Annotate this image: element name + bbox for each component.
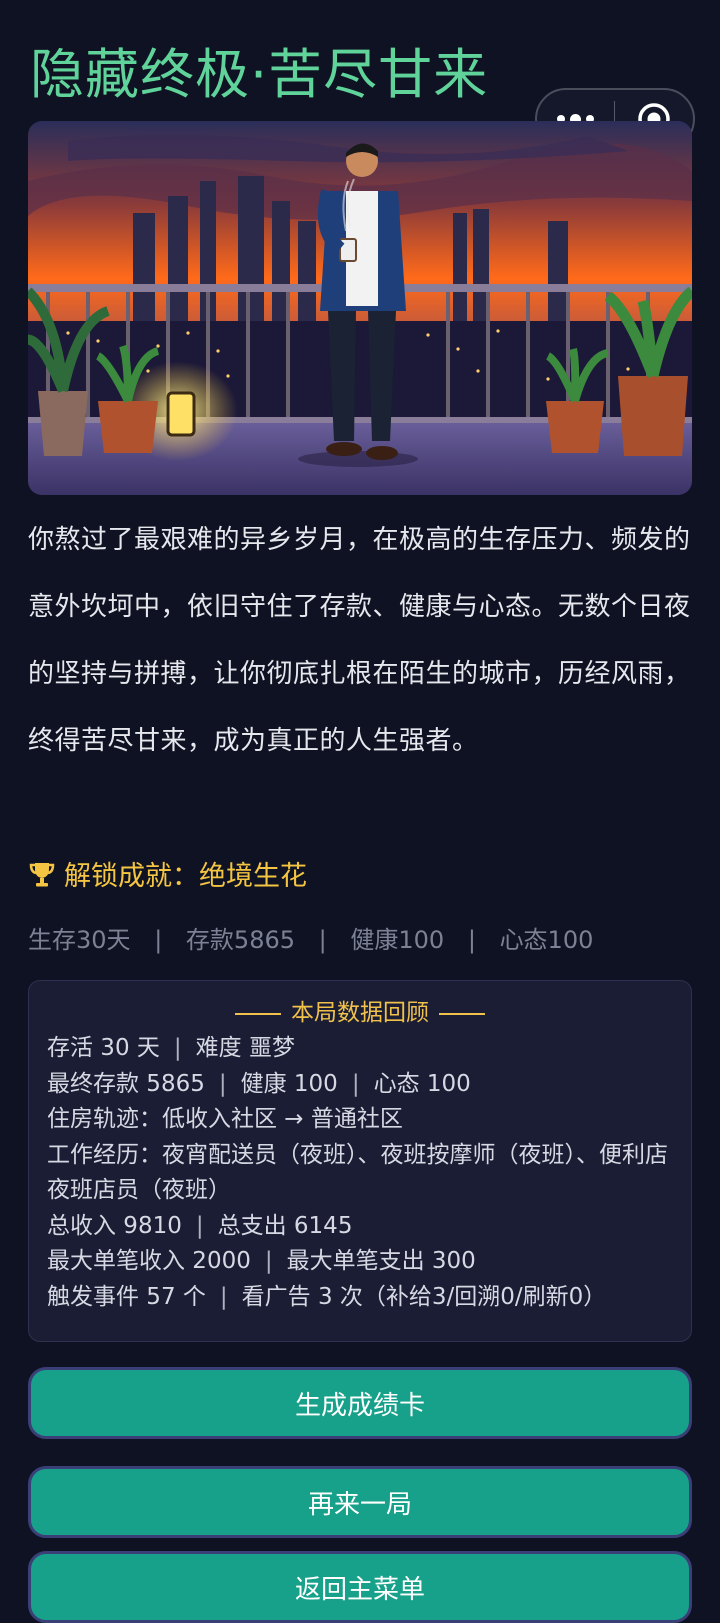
review-housing: 住房轨迹：低收入社区 → 普通社区 <box>47 1106 403 1132</box>
stats-summary: 生存30天 | 存款5865 | 健康100 | 心态100 <box>28 920 593 955</box>
page-title: 隐藏终极·苦尽甘来 <box>30 43 489 106</box>
stat-mood: 心态100 <box>499 926 594 954</box>
generate-card-button[interactable]: 生成成绩卡 <box>28 1367 692 1439</box>
stat-separator: | <box>467 926 476 954</box>
review-line-money: 总收入 9810 | 总支出 6145 <box>47 1209 673 1245</box>
stat-health: 健康100 <box>350 926 445 954</box>
achievement-label: 解锁成就：绝境生花 <box>64 861 307 892</box>
review-line-events: 触发事件 57 个 | 看广告 3 次（补给3/回溯0/刷新0） <box>47 1280 673 1316</box>
review-difficulty: 难度 噩梦 <box>195 1035 295 1061</box>
review-separator: | <box>264 1248 273 1274</box>
review-survive: 存活 30 天 <box>47 1035 160 1061</box>
title-dash-left <box>235 1012 281 1015</box>
play-again-button[interactable]: 再来一局 <box>28 1466 692 1538</box>
review-ads: 看广告 3 次（补给3/回溯0/刷新0） <box>241 1283 607 1310</box>
data-review-card: 本局数据回顾 存活 30 天 | 难度 噩梦 最终存款 5865 | 健康 100 | 心态… <box>28 980 692 1342</box>
review-title: 本局数据回顾 <box>47 995 673 1031</box>
review-max-expense: 最大单笔支出 300 <box>286 1248 476 1274</box>
review-separator: | <box>351 1070 360 1097</box>
review-final-savings: 最终存款 5865 <box>47 1070 205 1097</box>
review-jobs: 工作经历：夜宵配送员（夜班）、夜班按摩师（夜班）、便利店夜班店员（夜班） <box>47 1141 668 1204</box>
stat-separator: | <box>154 926 163 954</box>
review-line-max: 最大单笔收入 2000 | 最大单笔支出 300 <box>47 1244 673 1280</box>
title-dash-right <box>439 1012 485 1015</box>
review-separator: | <box>219 1283 228 1310</box>
review-title-text: 本局数据回顾 <box>291 1000 429 1026</box>
stat-survival: 生存30天 <box>28 926 131 954</box>
review-total-income: 总收入 9810 <box>47 1212 182 1239</box>
story-text: 你熬过了最艰难的异乡岁月，在极高的生存压力、频发的意外坎坷中，依旧守住了存款、健… <box>28 525 691 756</box>
review-health: 健康 100 <box>240 1070 338 1097</box>
main-menu-button[interactable]: 返回主菜单 <box>28 1551 692 1623</box>
stat-savings: 存款5865 <box>185 926 295 954</box>
stat-separator: | <box>318 926 327 954</box>
review-separator: | <box>218 1070 227 1097</box>
review-total-expense: 总支出 6145 <box>217 1212 353 1239</box>
review-mood: 心态 100 <box>373 1070 471 1097</box>
review-events: 触发事件 57 个 <box>47 1283 206 1310</box>
achievement-banner: 解锁成就：绝境生花 <box>28 854 307 893</box>
review-max-income: 最大单笔收入 2000 <box>47 1248 251 1274</box>
review-separator: | <box>173 1035 182 1061</box>
review-line-survival: 存活 30 天 | 难度 噩梦 <box>47 1031 673 1067</box>
review-line-status: 最终存款 5865 | 健康 100 | 心态 100 <box>47 1067 673 1103</box>
hero-illustration <box>28 121 692 495</box>
trophy-icon <box>29 862 55 886</box>
review-separator: | <box>195 1212 204 1239</box>
